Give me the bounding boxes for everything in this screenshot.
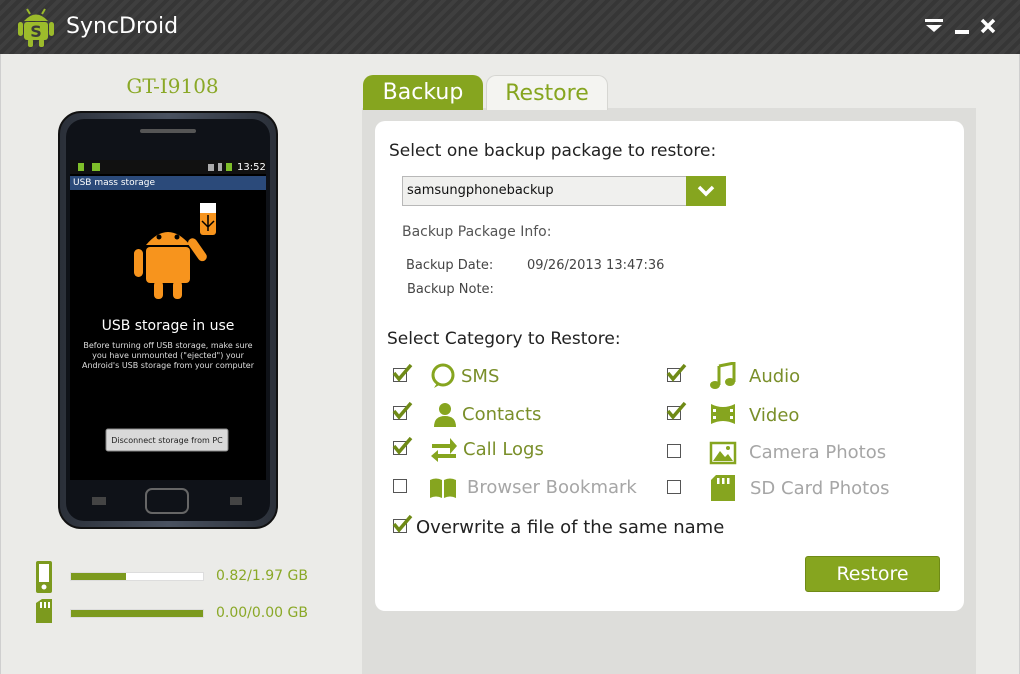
tab-restore[interactable]: Restore <box>486 75 608 110</box>
checkmark-icon <box>666 401 687 420</box>
phone-screen-heading: USB storage in use <box>101 318 235 334</box>
tab-backup[interactable]: Backup <box>363 75 483 110</box>
category-prompt: Select Category to Restore: <box>387 329 621 349</box>
phone-storage-bar <box>70 572 204 581</box>
backup-info-heading: Backup Package Info: <box>402 224 552 240</box>
sd-card-photos-checkbox[interactable] <box>664 475 684 495</box>
chevron-down-icon <box>697 185 715 197</box>
backup-package-value: samsungphonebackup <box>407 183 554 198</box>
svg-text:S: S <box>30 22 42 41</box>
window-menu-button[interactable] <box>922 14 946 38</box>
contacts-checkbox[interactable] <box>390 401 413 421</box>
minimize-icon <box>955 30 969 34</box>
sd-card-icon <box>36 599 52 623</box>
restore-button[interactable]: Restore <box>805 556 940 592</box>
sd-card-photos-label: SD Card Photos <box>750 478 890 499</box>
phone-storage-text: 0.82/1.97 GB <box>216 568 308 584</box>
app-title: SyncDroid <box>66 14 179 39</box>
phone-screen-message-3: Android's USB storage from your computer <box>81 361 254 370</box>
title-bar: S SyncDroid <box>0 0 1020 54</box>
video-label: Video <box>749 405 800 426</box>
sd-card-photos-icon <box>711 475 735 501</box>
contacts-label: Contacts <box>462 404 542 425</box>
select-package-prompt: Select one backup package to restore: <box>389 141 717 161</box>
contacts-icon <box>434 403 456 427</box>
syncdroid-logo-icon: S <box>18 8 54 47</box>
bookmark-book-icon <box>430 478 456 498</box>
close-button[interactable] <box>976 14 1000 38</box>
audio-label: Audio <box>749 366 801 387</box>
audio-checkbox[interactable] <box>664 363 687 383</box>
phone-notification-title: USB mass storage <box>73 178 156 188</box>
device-name: GT-I9108 <box>126 74 219 98</box>
sd-card-storage-text: 0.00/0.00 GB <box>216 605 308 621</box>
phone-storage-row: 0.82/1.97 GB <box>30 560 330 594</box>
checkmark-icon <box>392 401 413 420</box>
minimize-button[interactable] <box>950 14 974 38</box>
close-icon <box>980 18 996 34</box>
phone-storage-fill <box>71 573 126 580</box>
checkmark-icon <box>392 514 413 533</box>
checkmark-icon <box>666 363 687 382</box>
phone-screen-message-1: Before turning off USB storage, make sur… <box>83 341 253 350</box>
overwrite-checkbox[interactable] <box>390 514 413 534</box>
sms-label: SMS <box>461 366 500 387</box>
select-dropdown-button[interactable] <box>686 176 726 206</box>
phone-status-time: 13:52 <box>237 162 266 173</box>
sms-checkbox[interactable] <box>390 363 413 383</box>
phone-disconnect-button: Disconnect storage from PC <box>111 436 223 445</box>
checkmark-icon <box>392 363 413 382</box>
call-logs-checkbox[interactable] <box>390 436 413 456</box>
backup-date-label: Backup Date: <box>406 258 494 273</box>
checkmark-icon <box>392 436 413 455</box>
overwrite-label: Overwrite a file of the same name <box>416 517 725 538</box>
backup-date-value: 09/26/2013 13:47:36 <box>527 258 665 273</box>
camera-photos-icon <box>709 441 737 465</box>
menu-dropdown-icon <box>925 19 943 32</box>
video-checkbox[interactable] <box>664 401 687 421</box>
phone-storage-icon <box>36 561 52 593</box>
browser-bookmark-checkbox[interactable] <box>390 474 410 494</box>
backup-package-select[interactable]: samsungphonebackup <box>402 176 726 206</box>
sd-card-storage-bar <box>70 609 204 618</box>
sd-card-storage-row: 0.00/0.00 GB <box>30 597 330 631</box>
sd-card-storage-fill <box>71 610 203 617</box>
camera-photos-checkbox[interactable] <box>664 439 684 459</box>
sms-icon <box>431 363 455 388</box>
camera-photos-label: Camera Photos <box>749 442 887 463</box>
video-film-icon <box>711 404 735 424</box>
browser-bookmark-label: Browser Bookmark <box>467 477 637 498</box>
backup-note-label: Backup Note: <box>407 282 494 297</box>
call-logs-label: Call Logs <box>463 439 544 460</box>
call-logs-icon <box>431 438 457 462</box>
phone-screen-message-2: you have unmounted ("ejected") your <box>92 351 244 360</box>
audio-music-icon <box>710 362 736 389</box>
